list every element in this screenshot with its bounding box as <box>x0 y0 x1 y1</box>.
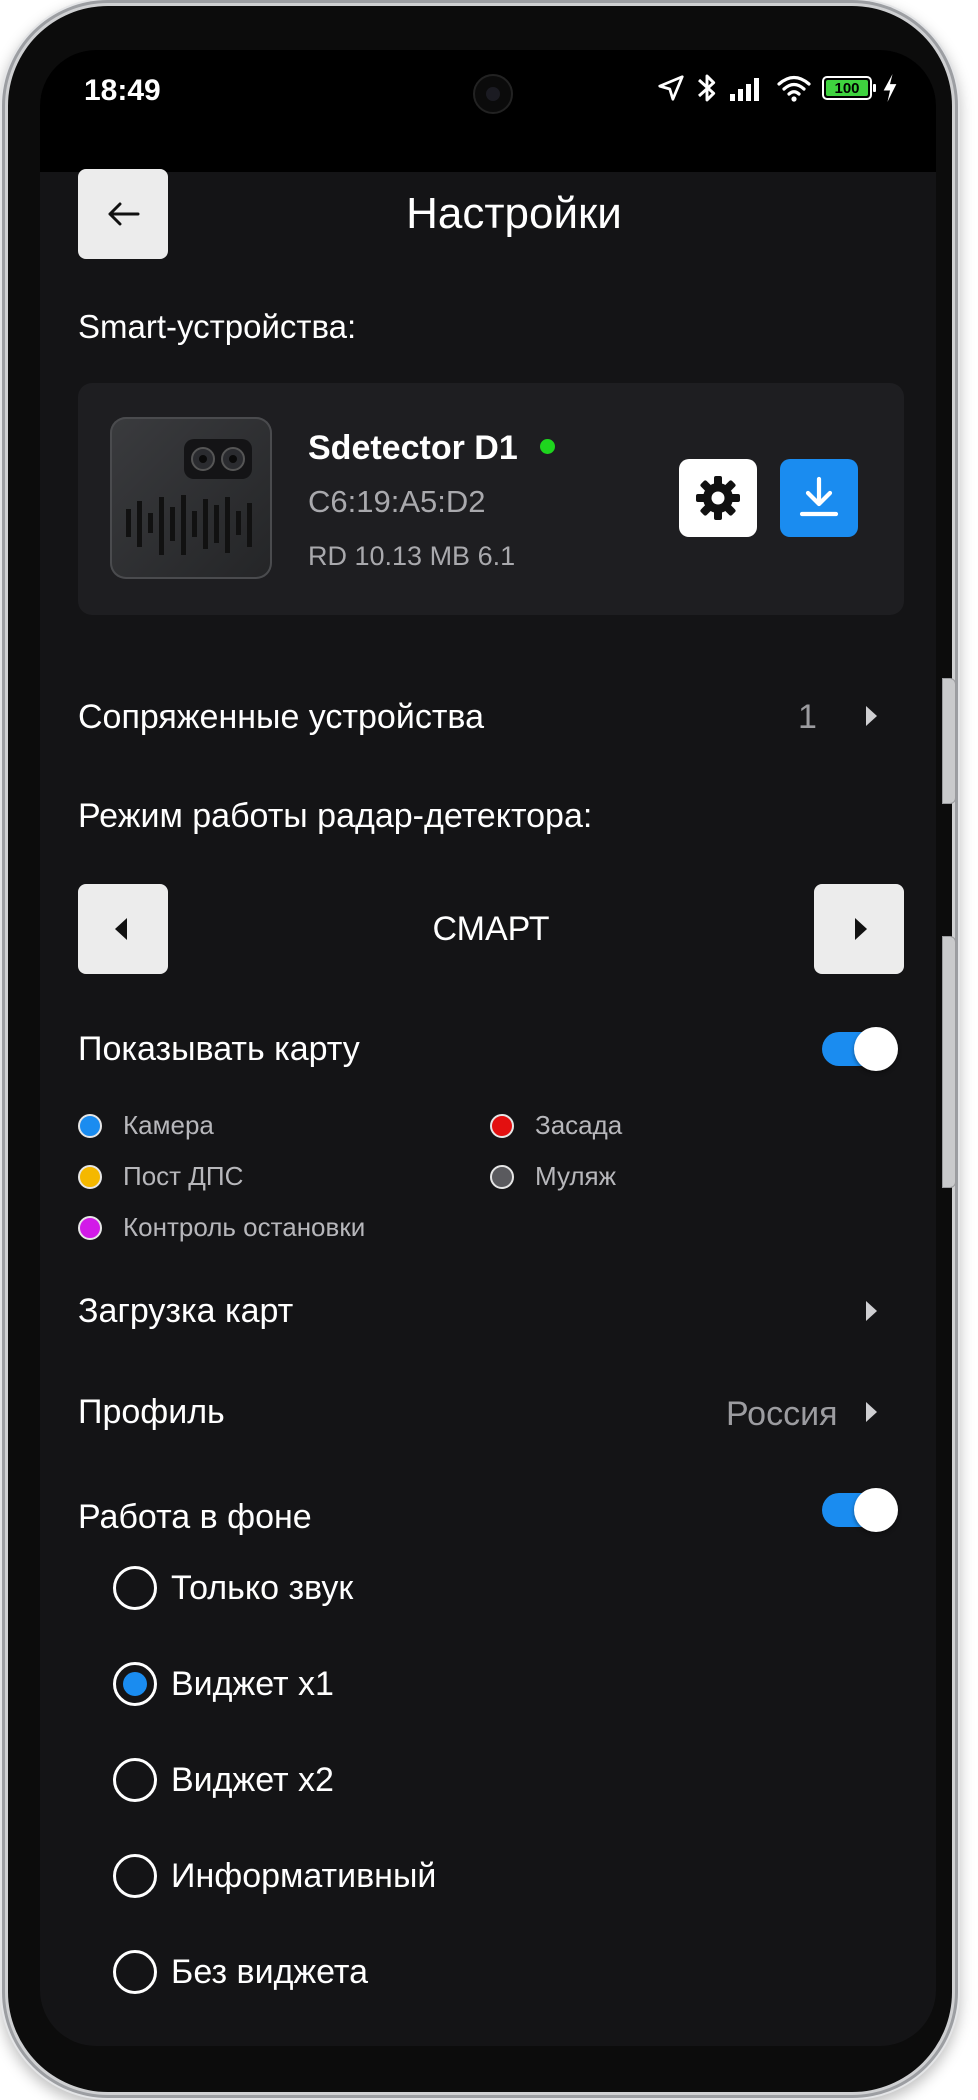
legend-dot <box>78 1164 102 1189</box>
radio-widget-x1[interactable]: Виджет x1 <box>113 1662 334 1706</box>
legend-dummy: Муляж <box>490 1161 616 1192</box>
radio-no-widget[interactable]: Без виджета <box>113 1950 368 1994</box>
online-status-dot <box>540 439 555 454</box>
status-icons: 100 <box>656 72 898 104</box>
radio-label: Информативный <box>171 1856 437 1895</box>
radio-button[interactable] <box>113 1566 157 1610</box>
radio-button[interactable] <box>113 1950 157 1994</box>
wifi-icon <box>777 75 811 102</box>
device-settings-button[interactable] <box>679 459 757 537</box>
show-map-toggle[interactable] <box>822 1027 898 1071</box>
radar-mode-label: Режим работы радар-детектора: <box>78 797 593 835</box>
battery-level: 100 <box>834 79 860 97</box>
triangle-right-icon <box>855 918 867 940</box>
battery-icon: 100 <box>822 76 876 100</box>
legend-label: Камера <box>123 1110 214 1140</box>
radio-sound-only[interactable]: Только звук <box>113 1566 353 1610</box>
bluetooth-icon <box>698 74 716 102</box>
radio-button[interactable] <box>113 1758 157 1802</box>
legend-camera: Камера <box>78 1110 214 1141</box>
device-image <box>110 417 272 579</box>
legend-dot <box>490 1164 514 1189</box>
status-time: 18:49 <box>84 74 161 107</box>
profile-row[interactable]: Профиль <box>78 1393 225 1432</box>
radio-label: Виджет x1 <box>171 1664 334 1703</box>
chevron-right-icon[interactable] <box>866 1402 877 1422</box>
profile-value: Россия <box>726 1395 838 1433</box>
legend-label: Контроль остановки <box>123 1212 366 1242</box>
background-mode-label: Работа в фоне <box>78 1498 312 1536</box>
smart-devices-label: Smart-устройства: <box>78 308 357 345</box>
screen: 18:49 100 Настройки Smart-устройства: Sd… <box>40 50 936 2046</box>
radio-button[interactable] <box>113 1854 157 1898</box>
mode-next-button[interactable] <box>814 884 904 974</box>
location-arrow-icon <box>658 75 684 101</box>
legend-label: Засада <box>535 1110 623 1140</box>
chevron-right-icon[interactable] <box>866 1301 877 1321</box>
radio-button[interactable] <box>113 1662 157 1706</box>
map-download-row[interactable]: Загрузка карт <box>78 1292 293 1331</box>
legend-dot <box>78 1113 102 1138</box>
radio-label: Виджет x2 <box>171 1760 334 1799</box>
power-button <box>942 936 956 1188</box>
phone-frame: 18:49 100 Настройки Smart-устройства: Sd… <box>8 6 956 2092</box>
radar-mode-value: СМАРТ <box>432 910 550 948</box>
legend-dot <box>490 1113 514 1138</box>
page-title: Настройки <box>406 189 622 238</box>
status-bar: 18:49 100 <box>40 50 936 172</box>
radio-label: Только звук <box>171 1568 354 1607</box>
device-mac-address: C6:19:A5:D2 <box>308 484 486 519</box>
device-name: Sdetector D1 <box>308 429 518 467</box>
radio-informative[interactable]: Информативный <box>113 1854 436 1898</box>
radio-label: Без виджета <box>171 1952 369 1991</box>
legend-label: Пост ДПС <box>123 1161 244 1191</box>
chevron-right-icon[interactable] <box>866 706 877 726</box>
legend-dot <box>78 1215 102 1240</box>
device-card[interactable]: Sdetector D1 C6:19:A5:D2 RD 10.13 MB 6.1 <box>78 383 904 615</box>
legend-ambush: Засада <box>490 1110 622 1141</box>
radio-widget-x2[interactable]: Виджет x2 <box>113 1758 334 1802</box>
legend-dps-post: Пост ДПС <box>78 1161 243 1192</box>
charging-bolt-icon <box>883 74 897 102</box>
legend-stop-control: Контроль остановки <box>78 1212 365 1243</box>
paired-devices-row[interactable]: Сопряженные устройства <box>78 698 484 737</box>
volume-button <box>942 678 956 804</box>
gear-icon <box>696 476 740 520</box>
paired-devices-count: 1 <box>798 698 817 736</box>
front-camera <box>473 74 513 114</box>
device-firmware-version: RD 10.13 MB 6.1 <box>308 541 516 571</box>
legend-label: Муляж <box>535 1161 617 1191</box>
show-map-label: Показывать карту <box>78 1030 360 1068</box>
firmware-download-button[interactable] <box>780 459 858 537</box>
signal-icon <box>730 78 759 101</box>
download-icon <box>799 476 839 517</box>
background-mode-toggle[interactable] <box>822 1488 898 1532</box>
